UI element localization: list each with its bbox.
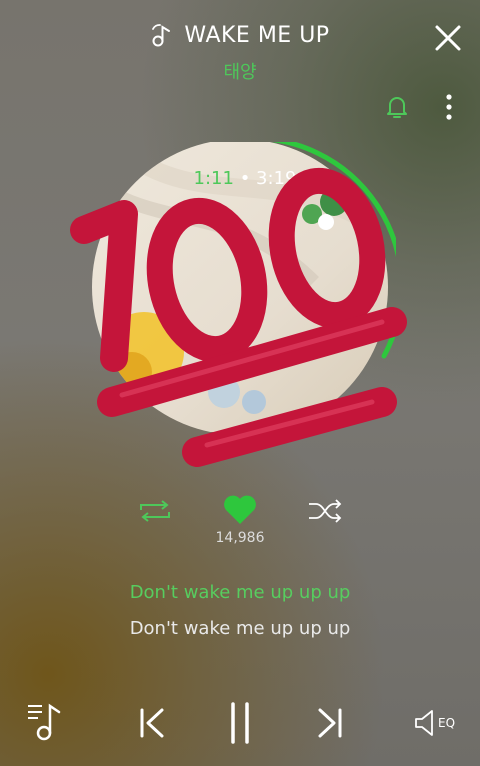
bell-icon[interactable] bbox=[382, 92, 412, 122]
artist-name[interactable]: 태양 bbox=[0, 58, 480, 84]
pause-icon[interactable] bbox=[224, 700, 256, 746]
playlist-icon[interactable] bbox=[26, 700, 70, 744]
lyric-next-line[interactable]: Don't wake me up up up bbox=[0, 618, 480, 639]
close-icon[interactable] bbox=[428, 18, 468, 58]
more-vertical-icon[interactable] bbox=[440, 92, 458, 124]
speaker-icon bbox=[415, 710, 433, 736]
heart-icon[interactable] bbox=[220, 490, 260, 530]
lyric-current-line[interactable]: Don't wake me up up up bbox=[0, 582, 480, 603]
previous-track-icon[interactable] bbox=[136, 704, 170, 742]
repeat-icon[interactable] bbox=[136, 496, 174, 526]
song-title: WAKE ME UP bbox=[0, 18, 480, 52]
like-count: 14,986 bbox=[215, 530, 265, 546]
hundred-points-emoji bbox=[70, 167, 407, 467]
song-title-text: WAKE ME UP bbox=[184, 22, 330, 48]
music-note-icon bbox=[152, 24, 171, 47]
eq-label: EQ bbox=[438, 716, 456, 730]
next-track-icon[interactable] bbox=[312, 704, 346, 742]
music-player-screen: { "header": { "song_title": "WAKE ME UP"… bbox=[0, 0, 480, 766]
shuffle-icon[interactable] bbox=[306, 496, 344, 526]
eq-button[interactable]: EQ bbox=[414, 706, 462, 740]
